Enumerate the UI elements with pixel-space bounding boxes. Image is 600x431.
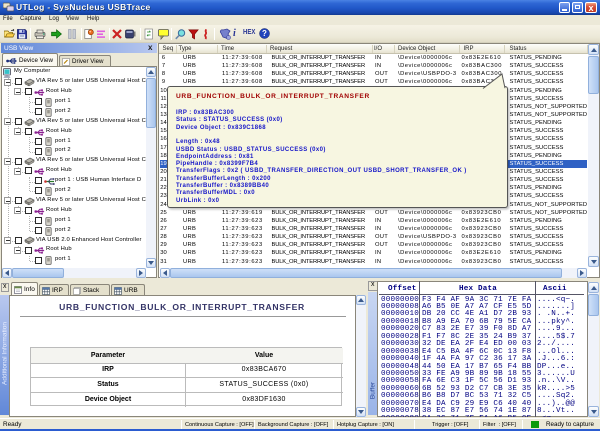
svg-text:?: ? [262, 29, 267, 38]
